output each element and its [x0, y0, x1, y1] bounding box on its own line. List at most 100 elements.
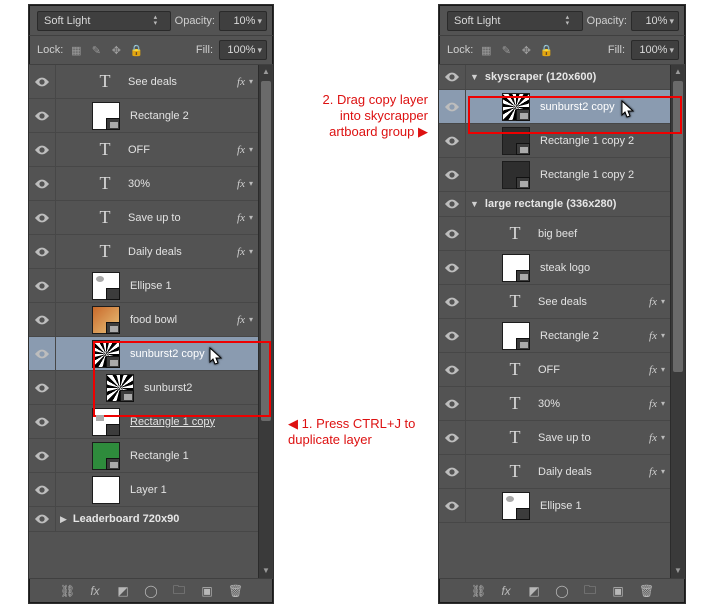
- layer-row[interactable]: TDaily dealsfx▾: [29, 235, 259, 269]
- chevron-down-icon[interactable]: ▾: [661, 433, 665, 442]
- disclosure-open-icon[interactable]: ▼: [470, 199, 479, 209]
- visibility-eye-icon[interactable]: [439, 285, 466, 318]
- scroll-track[interactable]: [671, 79, 685, 564]
- visibility-eye-icon[interactable]: [439, 319, 466, 352]
- layer-row[interactable]: T30%fx▾: [439, 387, 671, 421]
- scroll-thumb[interactable]: [261, 81, 271, 421]
- scrollbar[interactable]: ▲ ▼: [670, 65, 685, 578]
- fx-indicator[interactable]: fx: [649, 330, 657, 342]
- fx-indicator[interactable]: fx: [237, 314, 245, 326]
- visibility-eye-icon[interactable]: [29, 235, 56, 268]
- chevron-down-icon[interactable]: ▾: [661, 297, 665, 306]
- fill-input[interactable]: 100% ▾: [219, 40, 267, 60]
- visibility-eye-icon[interactable]: [29, 201, 56, 234]
- chevron-down-icon[interactable]: ▾: [661, 399, 665, 408]
- lock-pixels-icon[interactable]: ✎: [89, 43, 103, 57]
- chevron-down-icon[interactable]: ▾: [249, 247, 253, 256]
- visibility-eye-icon[interactable]: [439, 387, 466, 420]
- visibility-eye-icon[interactable]: [439, 90, 466, 123]
- layer-row[interactable]: Rectangle 2fx▾: [439, 319, 671, 353]
- new-layer-icon[interactable]: ▣: [611, 584, 625, 598]
- layer-row[interactable]: sunburst2 copy: [439, 90, 671, 124]
- visibility-eye-icon[interactable]: [439, 217, 466, 250]
- chevron-down-icon[interactable]: ▾: [249, 179, 253, 188]
- fx-icon[interactable]: fx: [499, 584, 513, 598]
- layer-row[interactable]: food bowlfx▾: [29, 303, 259, 337]
- new-layer-icon[interactable]: ▣: [200, 584, 214, 598]
- layer-row[interactable]: Rectangle 2: [29, 99, 259, 133]
- new-group-icon[interactable]: 🗀: [583, 581, 597, 602]
- fx-indicator[interactable]: fx: [649, 432, 657, 444]
- lock-position-icon[interactable]: ✥: [519, 43, 533, 57]
- delete-layer-icon[interactable]: 🗑: [228, 584, 242, 598]
- visibility-eye-icon[interactable]: [29, 133, 56, 166]
- visibility-eye-icon[interactable]: [29, 303, 56, 336]
- visibility-eye-icon[interactable]: [29, 65, 56, 98]
- disclosure-closed-icon[interactable]: ▶: [60, 514, 67, 525]
- blend-mode-dropdown[interactable]: Soft Light: [447, 11, 583, 31]
- layer-row[interactable]: Rectangle 1 copy 2: [439, 158, 671, 192]
- chevron-down-icon[interactable]: ▾: [661, 467, 665, 476]
- layer-row[interactable]: TOFFfx▾: [439, 353, 671, 387]
- new-group-icon[interactable]: 🗀: [172, 581, 186, 602]
- visibility-eye-icon[interactable]: [29, 473, 56, 506]
- lock-transparency-icon[interactable]: ▦: [479, 43, 493, 57]
- layer-row[interactable]: sunburst2 copy: [29, 337, 259, 371]
- fx-icon[interactable]: fx: [88, 584, 102, 598]
- fx-indicator[interactable]: fx: [649, 466, 657, 478]
- visibility-eye-icon[interactable]: [439, 251, 466, 284]
- lock-transparency-icon[interactable]: ▦: [69, 43, 83, 57]
- layer-row[interactable]: Layer 1: [29, 473, 259, 507]
- delete-layer-icon[interactable]: 🗑: [639, 584, 653, 598]
- layer-row[interactable]: TOFFfx▾: [29, 133, 259, 167]
- opacity-input[interactable]: 10% ▾: [631, 11, 679, 31]
- visibility-eye-icon[interactable]: [439, 489, 466, 522]
- scroll-down-icon[interactable]: ▼: [259, 564, 273, 578]
- chevron-down-icon[interactable]: ▾: [661, 331, 665, 340]
- chevron-down-icon[interactable]: ▾: [249, 315, 253, 324]
- opacity-input[interactable]: 10% ▾: [219, 11, 267, 31]
- layer-row[interactable]: Ellipse 1: [439, 489, 671, 523]
- visibility-eye-icon[interactable]: [29, 337, 56, 370]
- layer-row[interactable]: Rectangle 1 copy 2: [439, 124, 671, 158]
- scroll-track[interactable]: [259, 79, 273, 564]
- lock-all-icon[interactable]: 🔒: [539, 43, 553, 57]
- layer-row[interactable]: Rectangle 1 copy: [29, 405, 259, 439]
- visibility-eye-icon[interactable]: [29, 371, 56, 404]
- visibility-eye-icon[interactable]: [439, 455, 466, 488]
- fx-indicator[interactable]: fx: [649, 398, 657, 410]
- layer-mask-icon[interactable]: ◩: [116, 584, 130, 598]
- chevron-down-icon[interactable]: ▾: [249, 77, 253, 86]
- layer-row[interactable]: TSave up tofx▾: [29, 201, 259, 235]
- fx-indicator[interactable]: fx: [237, 212, 245, 224]
- scroll-down-icon[interactable]: ▼: [671, 564, 685, 578]
- artboard-group-row[interactable]: ▶Leaderboard 720x90: [29, 507, 259, 532]
- fill-input[interactable]: 100% ▾: [631, 40, 679, 60]
- visibility-eye-icon[interactable]: [29, 99, 56, 132]
- layer-row[interactable]: TSee dealsfx▾: [439, 285, 671, 319]
- fx-indicator[interactable]: fx: [237, 246, 245, 258]
- fx-indicator[interactable]: fx: [649, 364, 657, 376]
- layer-row[interactable]: Rectangle 1: [29, 439, 259, 473]
- visibility-eye-icon[interactable]: [29, 167, 56, 200]
- fx-indicator[interactable]: fx: [237, 144, 245, 156]
- visibility-eye-icon[interactable]: [439, 353, 466, 386]
- layer-row[interactable]: steak logo: [439, 251, 671, 285]
- visibility-eye-icon[interactable]: [29, 439, 56, 472]
- adjustment-layer-icon[interactable]: ◯: [555, 584, 569, 598]
- link-layers-icon[interactable]: ⛓: [60, 584, 74, 598]
- lock-pixels-icon[interactable]: ✎: [499, 43, 513, 57]
- layer-row[interactable]: Ellipse 1: [29, 269, 259, 303]
- visibility-eye-icon[interactable]: [439, 158, 466, 191]
- visibility-eye-icon[interactable]: [439, 124, 466, 157]
- layer-row[interactable]: T30%fx▾: [29, 167, 259, 201]
- chevron-down-icon[interactable]: ▾: [249, 145, 253, 154]
- layer-row[interactable]: TSave up tofx▾: [439, 421, 671, 455]
- visibility-eye-icon[interactable]: [439, 421, 466, 454]
- layer-row[interactable]: TDaily dealsfx▾: [439, 455, 671, 489]
- artboard-group-row[interactable]: ▼large rectangle (336x280): [439, 192, 671, 217]
- visibility-eye-icon[interactable]: [29, 269, 56, 302]
- fx-indicator[interactable]: fx: [237, 178, 245, 190]
- link-layers-icon[interactable]: ⛓: [471, 584, 485, 598]
- artboard-group-row[interactable]: ▼skyscraper (120x600): [439, 65, 671, 90]
